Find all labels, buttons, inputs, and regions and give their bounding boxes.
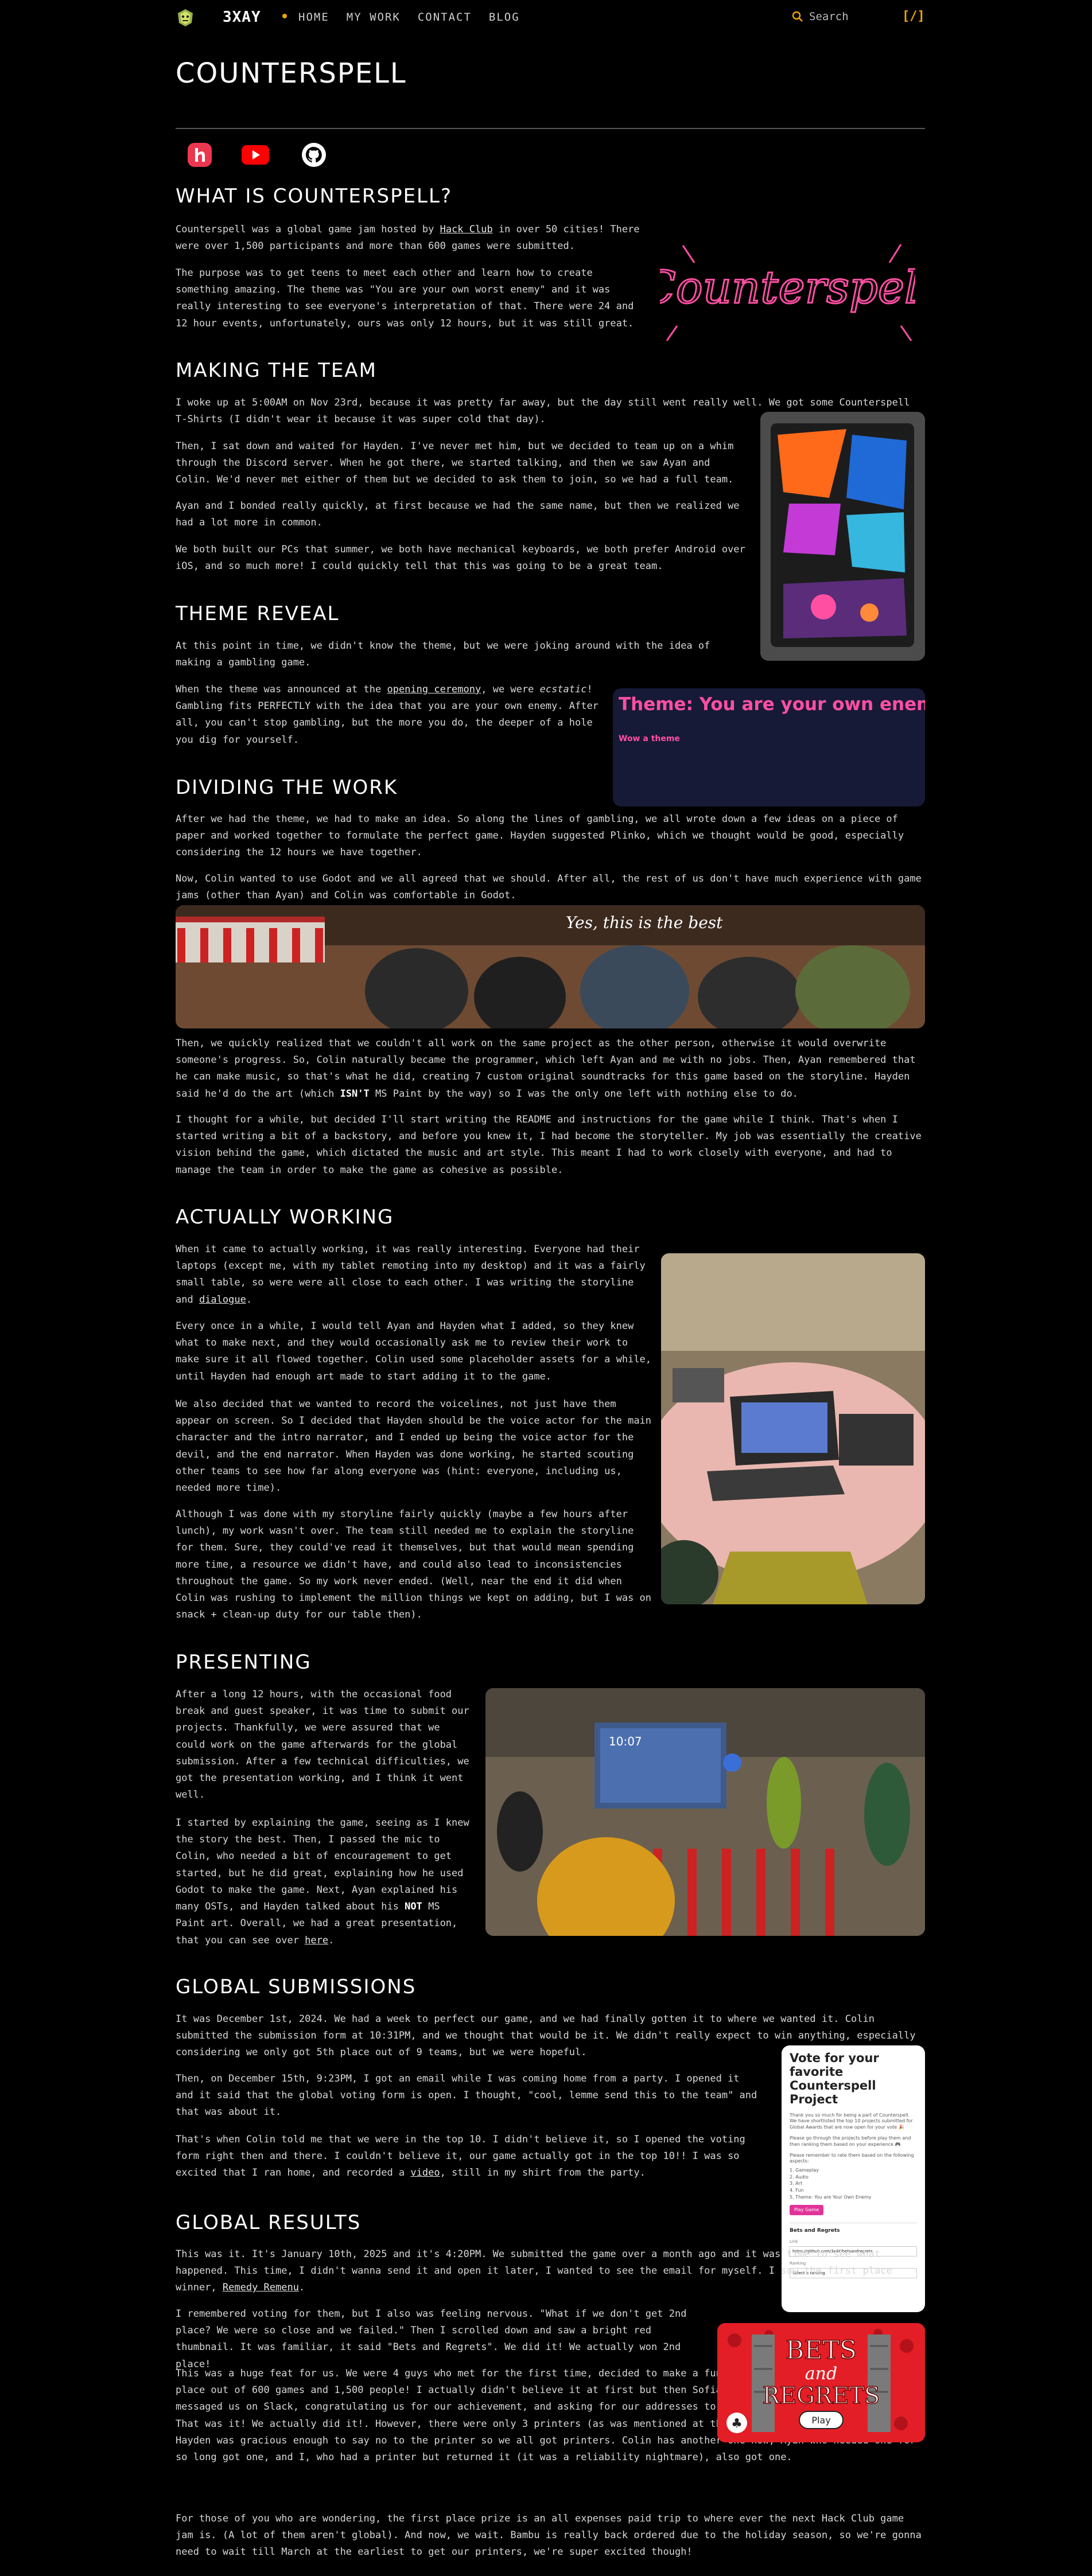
section-heading-what: WHAT IS COUNTERSPELL? [176, 185, 452, 208]
paragraph: I remembered voting for them, but I also… [176, 2308, 687, 2370]
thumb-title-1: BETS [786, 2336, 857, 2365]
divider [176, 128, 925, 129]
text: . [298, 2282, 305, 2294]
section-heading-presenting: PRESENTING [176, 1651, 312, 1674]
team-art-photo [760, 412, 925, 661]
paragraph: Then, I sat down and waited for Hayden. … [176, 441, 734, 486]
strong-text: NOT [405, 1901, 422, 1913]
form-list-item: 3. Art [790, 2181, 803, 2187]
text: I started by explaining the game, seeing… [176, 1817, 469, 1913]
form-body-2: Please go through the projects before pl… [790, 2135, 911, 2147]
section-heading-working: ACTUALLY WORKING [176, 1206, 394, 1229]
team-working-banner-photo: Yes, this is the best [176, 905, 925, 1028]
hackclub-text-link[interactable]: Hack Club [440, 224, 493, 235]
brand-dot [282, 14, 287, 18]
hackclub-icon [188, 143, 212, 167]
banner-caption: Yes, this is the best [566, 913, 723, 932]
search-box[interactable]: Search [792, 10, 849, 24]
paragraph: When it came to actually working, it was… [176, 1241, 652, 1308]
github-link[interactable] [300, 141, 328, 169]
paragraph: Every once in a while, I would tell Ayan… [176, 1320, 652, 1382]
section-heading-global: GLOBAL SUBMISSIONS [176, 1975, 417, 1998]
paragraph: Then, we quickly realized that we couldn… [176, 1035, 925, 1102]
paragraph: When the theme was announced at the open… [176, 681, 600, 749]
emphasis: ecstatic [539, 684, 587, 695]
nav-link-my-work[interactable]: MY WORK [347, 10, 401, 24]
nav-link-contact[interactable]: CONTACT [418, 10, 472, 24]
paragraph: I started by explaining the game, seeing… [176, 1815, 474, 1949]
form-title: Vote for your favorite Counterspell Proj… [790, 2051, 879, 2107]
form-link-label: Link [790, 2239, 798, 2244]
form-list-item: 5. Theme: You are Your Own Enemy [790, 2194, 872, 2200]
paragraph: After a long 12 hours, with the occasion… [176, 1689, 469, 1801]
counterspell-logo-image: Counterspell [660, 228, 915, 349]
text: Counterspell was a global game jam hoste… [176, 224, 440, 235]
text: MS Paint by the way) so I was the only o… [369, 1088, 798, 1100]
opening-ceremony-link[interactable]: opening ceremony [387, 684, 481, 695]
paragraph: We also decided that we wanted to record… [176, 1398, 652, 1494]
svg-text:♣: ♣ [731, 2417, 743, 2431]
section-heading-theme: THEME REVEAL [176, 602, 340, 625]
table-laptops-photo [661, 1253, 925, 1604]
page-title: COUNTERSPELL [176, 57, 407, 89]
search-shortcut: [/] [902, 9, 925, 24]
search-icon [792, 11, 803, 22]
text: When the theme was announced at the [176, 684, 387, 695]
youtube-link[interactable] [241, 141, 270, 169]
paragraph: For those of you who are wondering, the … [176, 2513, 922, 2558]
form-body: Thank you so much for being a part of Co… [790, 2112, 913, 2130]
section-heading-dividing: DIVIDING THE WORK [176, 776, 398, 799]
nav-link-home[interactable]: HOME [298, 10, 329, 24]
section-heading-team: MAKING THE TEAM [176, 359, 377, 382]
strong-text: ISN'T [340, 1088, 370, 1100]
dialogue-link[interactable]: dialogue [199, 1294, 246, 1305]
form-list-item: 4. Fun [790, 2187, 804, 2193]
paragraph: At this point in time, we didn't know th… [176, 640, 710, 669]
form-list-item: 1. Gameplay [790, 2168, 819, 2173]
youtube-icon [242, 145, 269, 165]
form-section-title: Bets and Regrets [790, 2223, 917, 2235]
paragraph: This was it. It's January 10th, 2025 and… [176, 2246, 925, 2297]
paragraph: Now, Colin wanted to use Godot and we al… [176, 873, 922, 902]
form-list: 1. Gameplay 2. Audio 3. Art 4. Fun 5. Th… [790, 2167, 917, 2200]
github-icon [302, 143, 326, 167]
logo-text: Counterspell [660, 262, 915, 314]
form-list-item: 2. Audio [790, 2174, 809, 2180]
paragraph: That's when Colin told me that we were i… [176, 2131, 761, 2182]
paragraph: We both built our PCs that summer, we bo… [176, 544, 745, 572]
presentation-screen-text: 10:07 [609, 1735, 642, 1748]
paragraph: I thought for a while, but decided I'll … [176, 1114, 922, 1176]
paragraph: The purpose was to get teens to meet eac… [176, 267, 634, 329]
bets-and-regrets-thumbnail[interactable]: BETS and REGRETS Play ♣ [717, 2323, 925, 2442]
paragraph: Although I was done with my storyline fa… [176, 1509, 652, 1621]
paragraph: Ayan and I bonded really quickly, at fir… [176, 500, 740, 529]
form-body-3: Please remember to rate them based on th… [790, 2152, 914, 2164]
text: , we were [481, 684, 540, 695]
section-heading-results: GLOBAL RESULTS [176, 2211, 362, 2234]
theme-card: Theme: You are your own enemy Wow a them… [613, 688, 925, 806]
text: . [246, 1293, 252, 1305]
text: . [328, 1934, 335, 1946]
text: , still in my shirt from the party. [440, 2167, 646, 2179]
form-play-button[interactable]: Play Game [790, 2205, 824, 2215]
site-logo-icon[interactable] [176, 8, 195, 28]
nav-link-blog[interactable]: BLOG [489, 10, 520, 24]
paragraph: Counterspell was a global game jam hoste… [176, 221, 643, 255]
video-link[interactable]: video [410, 2167, 440, 2179]
theme-card-title: Theme: You are your own enemy [619, 694, 925, 715]
remedy-remenu-link[interactable]: Remedy Remenu [223, 2282, 299, 2293]
nav-links: HOME MY WORK CONTACT BLOG [298, 10, 520, 24]
presentation-photo: 10:07 [485, 1688, 925, 1936]
paragraph: After we had the theme, we had to make a… [176, 813, 904, 859]
thumb-title-3: REGRETS [763, 2383, 880, 2409]
paragraph: Then, on December 15th, 9:23PM, I got an… [176, 2073, 757, 2118]
theme-card-subtitle: Wow a theme [619, 734, 680, 743]
top-nav: 3XAY HOME MY WORK CONTACT BLOG Search [/… [0, 0, 1092, 34]
thumb-play-button[interactable]: Play [811, 2415, 830, 2426]
brand-name[interactable]: 3XAY [223, 7, 261, 28]
hackclub-link[interactable] [185, 141, 214, 169]
thumb-title-2: and [805, 2364, 837, 2384]
search-placeholder: Search [809, 10, 849, 23]
presentation-link[interactable]: here [305, 1935, 328, 1946]
